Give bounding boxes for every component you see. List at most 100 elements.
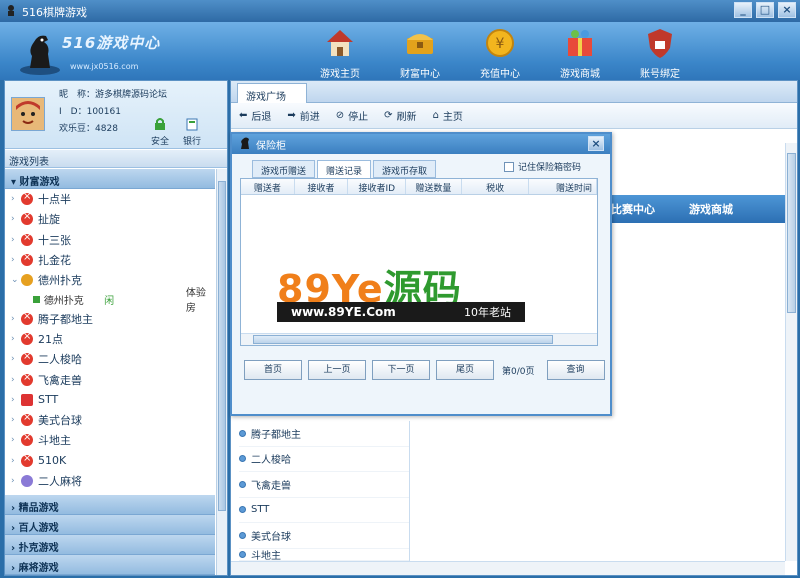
game-label: 斗地主 xyxy=(38,434,71,448)
menu-match-center[interactable]: 比赛中心 xyxy=(611,201,655,217)
dialog-tabs: 游戏币赠送 赠送记录 游戏币存取 xyxy=(252,160,437,180)
stop-button[interactable]: ⊘ 停止 xyxy=(336,108,368,123)
scroll-thumb[interactable] xyxy=(218,181,226,511)
game-item[interactable]: › 扎金花 xyxy=(5,250,215,270)
arrow-right-icon: ➡ xyxy=(287,110,296,121)
chevron-right-icon: › xyxy=(11,476,15,486)
game-item[interactable]: › 21点 xyxy=(5,329,215,349)
game-item[interactable]: › STT xyxy=(5,390,215,410)
tab-coin-gift[interactable]: 游戏币赠送 xyxy=(252,160,316,178)
game-label: 十三张 xyxy=(38,233,71,247)
mahjong-icon xyxy=(21,475,33,487)
game-item[interactable]: › 二人麻将 xyxy=(5,471,215,489)
stt-icon xyxy=(21,393,33,406)
table-hscrollbar[interactable] xyxy=(241,333,597,345)
web-game-item[interactable]: 二人梭哈 xyxy=(239,447,409,472)
web-game-item[interactable]: 腾子都地主 xyxy=(239,421,409,447)
next-page-button[interactable]: 下一页 xyxy=(372,360,430,380)
stop-label: 停止 xyxy=(348,112,369,123)
remember-label: 记住保险箱密码 xyxy=(518,163,582,173)
scroll-thumb[interactable] xyxy=(253,335,553,344)
close-button[interactable]: × xyxy=(778,2,796,18)
forward-button[interactable]: ➡ 前进 xyxy=(287,108,319,123)
game-icon xyxy=(21,311,33,325)
dialog-title-bar[interactable]: 保险柜 × xyxy=(232,134,610,154)
game-icon xyxy=(21,232,33,246)
tab-game-plaza[interactable]: 游戏广场 xyxy=(237,83,307,103)
category-hundred[interactable]: › 百人游戏 xyxy=(5,515,215,535)
game-item[interactable]: › 十三张 xyxy=(5,230,215,250)
game-item[interactable]: › 二人梭哈 xyxy=(5,349,215,369)
web-game-item[interactable]: 美式台球 xyxy=(239,523,409,549)
bullet-icon xyxy=(239,550,246,558)
watermark: 89Ye源码 www.89YE.Com 10年老站 xyxy=(277,258,525,322)
room-item[interactable]: 德州扑克 闲 体验房 xyxy=(5,288,215,314)
game-item[interactable]: › 510K xyxy=(5,451,215,471)
refresh-label: 刷新 xyxy=(396,112,417,123)
nav-recharge[interactable]: ¥ 充值中心 xyxy=(460,24,540,80)
category-label: 扑克游戏 xyxy=(18,543,59,554)
nav-wealth-label: 财富中心 xyxy=(400,69,440,80)
nav-home[interactable]: 游戏主页 xyxy=(300,24,380,80)
nav-bind[interactable]: 账号绑定 xyxy=(620,24,700,80)
remember-checkbox[interactable] xyxy=(504,161,514,172)
col-receiver[interactable]: 接收者 xyxy=(295,179,349,194)
minimize-button[interactable]: _ xyxy=(734,2,752,18)
scroll-thumb[interactable] xyxy=(787,153,796,313)
watermark-slogan: 10年老站 xyxy=(464,306,511,319)
browser-hscrollbar[interactable] xyxy=(231,561,785,575)
game-icon xyxy=(21,191,33,206)
category-fortune[interactable]: ▾ 财富游戏 xyxy=(5,169,215,189)
col-receiver-id[interactable]: 接收者ID xyxy=(348,179,407,194)
game-item[interactable]: › 扯旋 xyxy=(5,209,215,229)
refresh-icon: ⟳ xyxy=(384,110,393,121)
game-item-expanded[interactable]: ⌄ 德州扑克 xyxy=(5,270,215,290)
remember-password[interactable]: 记住保险箱密码 xyxy=(504,160,581,173)
bank-button[interactable]: 银行 xyxy=(177,117,207,147)
chevron-right-icon: › xyxy=(11,255,15,266)
game-label: 腾子都地主 xyxy=(38,312,93,326)
col-sender[interactable]: 赠送者 xyxy=(241,179,295,194)
nav-home-label: 游戏主页 xyxy=(320,69,360,80)
chevron-right-icon: › xyxy=(11,214,15,225)
back-button[interactable]: ⬅ 后退 xyxy=(239,108,271,123)
col-tax[interactable]: 税收 xyxy=(462,179,530,194)
game-item[interactable]: › 美式台球 xyxy=(5,410,215,430)
safe-label: 安全 xyxy=(150,137,169,147)
browser-vscrollbar[interactable] xyxy=(785,143,797,561)
category-mahjong[interactable]: › 麻将游戏 xyxy=(5,555,215,575)
avatar[interactable] xyxy=(11,97,45,131)
game-list: ▾ 财富游戏 › 十点半 › 扯旋 › 十三张 › 扎金花 ⌄ 德州扑克 德州扑克 闲 体… xyxy=(5,169,215,489)
logo-url: www.jx0516.com xyxy=(70,62,139,71)
game-item[interactable]: › 飞禽走兽 xyxy=(5,369,215,389)
menu-game-shop[interactable]: 游戏商城 xyxy=(689,201,733,217)
home-button[interactable]: ⌂ 主页 xyxy=(433,108,463,123)
tab-coin-deposit[interactable]: 游戏币存取 xyxy=(373,160,437,178)
web-game-item[interactable]: STT xyxy=(239,498,409,523)
last-page-button[interactable]: 尾页 xyxy=(436,360,494,380)
col-time[interactable]: 赠送时间 xyxy=(529,179,597,194)
tab-gift-records[interactable]: 赠送记录 xyxy=(317,160,372,180)
home-icon: ⌂ xyxy=(432,110,439,121)
refresh-button[interactable]: ⟳ 刷新 xyxy=(384,108,416,123)
game-item[interactable]: › 腾子都地主 xyxy=(5,308,215,328)
game-item[interactable]: › 斗地主 xyxy=(5,430,215,450)
prev-page-button[interactable]: 上一页 xyxy=(308,360,366,380)
maximize-button[interactable]: □ xyxy=(756,2,774,18)
category-premium[interactable]: › 精品游戏 xyxy=(5,495,215,515)
col-amount[interactable]: 赠送数量 xyxy=(406,179,462,194)
web-game-item[interactable]: 飞禽走兽 xyxy=(239,472,409,498)
app-logo-icon xyxy=(8,5,14,16)
nav-shop[interactable]: 游戏商城 xyxy=(540,24,620,80)
game-item[interactable]: › 十点半 xyxy=(5,189,215,209)
first-page-button[interactable]: 首页 xyxy=(244,360,302,380)
dialog-close-button[interactable]: × xyxy=(588,136,604,151)
game-icon xyxy=(21,372,33,386)
query-button[interactable]: 查询 xyxy=(546,360,605,380)
web-game-item[interactable]: 斗地主 xyxy=(239,549,409,561)
safe-button[interactable]: 安全 xyxy=(145,117,175,147)
category-poker[interactable]: › 扑克游戏 xyxy=(5,535,215,555)
nav-wealth[interactable]: 财富中心 xyxy=(380,24,460,80)
gamelist-scrollbar[interactable] xyxy=(216,169,227,575)
table-header: 赠送者 接收者 接收者ID 赠送数量 税收 赠送时间 xyxy=(241,179,597,195)
